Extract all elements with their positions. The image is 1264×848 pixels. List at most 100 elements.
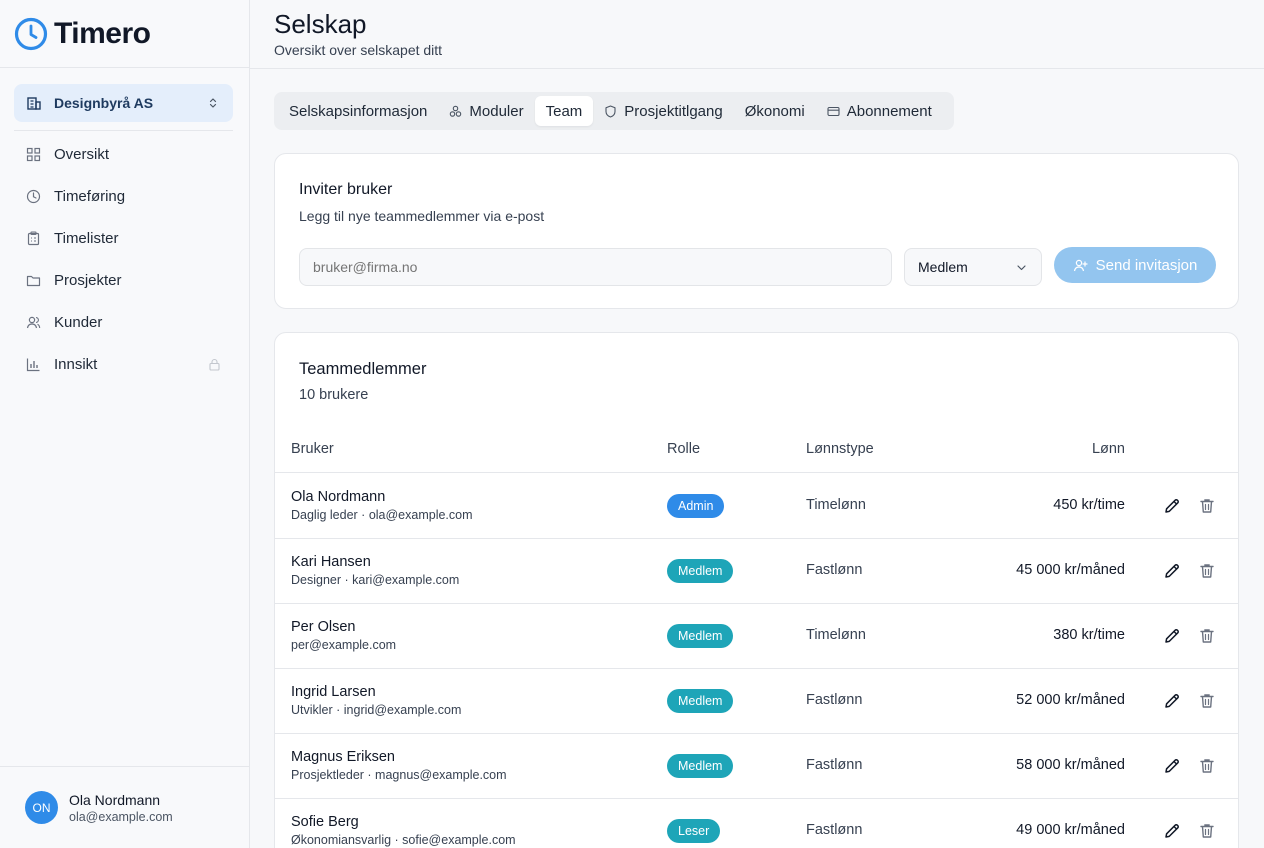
clipboard-icon <box>27 230 40 245</box>
trash-icon[interactable] <box>1198 562 1216 580</box>
tab-moduler[interactable]: Moduler <box>438 96 534 126</box>
member-details: per@example.com <box>291 638 397 652</box>
tab-label: Team <box>545 102 583 120</box>
user-email: ola@example.com <box>69 809 173 824</box>
tab-okonomi[interactable]: Økonomi <box>734 96 816 126</box>
tab-bar: Selskapsinformasjon Moduler Team Prosjek… <box>274 92 954 130</box>
column-header-pay-type: Lønnstype <box>806 441 874 457</box>
member-details: Utvikler · ingrid@example.com <box>291 703 462 717</box>
logo[interactable]: Timero <box>0 0 249 68</box>
tab-label: Økonomi <box>744 102 805 120</box>
send-invite-button[interactable]: Send invitasjon <box>1054 247 1216 283</box>
role-badge: Medlem <box>667 689 734 713</box>
edit-icon[interactable] <box>1163 692 1181 710</box>
sidebar-item-kunder[interactable]: Kunder <box>14 301 233 343</box>
team-title: Teammedlemmer <box>299 360 427 378</box>
sidebar-item-label: Innsikt <box>54 355 98 373</box>
page-title: Selskap <box>274 9 367 39</box>
column-header-salary: Lønn <box>1091 441 1125 457</box>
edit-icon[interactable] <box>1163 497 1181 515</box>
member-name: Ola Nordmann <box>291 489 386 505</box>
invite-description: Legg til nye teammedlemmer via e-post <box>299 208 545 224</box>
role-badge: Medlem <box>667 624 734 648</box>
member-details: Økonomiansvarlig · sofie@example.com <box>291 833 516 847</box>
edit-icon[interactable] <box>1163 757 1181 775</box>
trash-icon[interactable] <box>1198 822 1216 840</box>
tab-prosjekttilgang[interactable]: Prosjektitlgang <box>593 96 733 126</box>
table-header: Bruker Rolle Lønnstype Lønn <box>275 431 1238 473</box>
salary: 58 000 kr/måned <box>1016 757 1125 773</box>
trash-icon[interactable] <box>1198 692 1216 710</box>
member-details: Prosjektleder · magnus@example.com <box>291 768 507 782</box>
avatar: ON <box>25 791 58 824</box>
user-info: Ola Nordmann ola@example.com <box>69 792 173 824</box>
company-switcher[interactable]: Designbyrå AS <box>14 84 233 122</box>
user-profile[interactable]: ON Ola Nordmann ola@example.com <box>0 766 249 848</box>
trash-icon[interactable] <box>1198 627 1216 645</box>
table-row: Sofie Berg Økonomiansvarlig · sofie@exam… <box>275 799 1238 848</box>
users-icon <box>26 316 41 328</box>
salary: 52 000 kr/måned <box>1016 692 1125 708</box>
user-name: Ola Nordmann <box>69 791 161 808</box>
column-header-role: Rolle <box>667 441 701 457</box>
table-row: Ola Nordmann Daglig leder · ola@example.… <box>275 474 1238 539</box>
app-name: Timero <box>54 16 151 50</box>
tab-abonnement[interactable]: Abonnement <box>816 96 943 126</box>
trash-icon[interactable] <box>1198 757 1216 775</box>
tab-label: Abonnement <box>846 102 932 120</box>
building-icon <box>27 97 41 110</box>
member-name: Sofie Berg <box>291 814 359 830</box>
tab-label: Selskapsinformasjon <box>289 102 428 120</box>
pay-type: Timelønn <box>806 497 866 513</box>
bar-chart-icon <box>26 358 40 371</box>
pay-type: Fastlønn <box>806 562 863 578</box>
sidebar-item-prosjekter[interactable]: Prosjekter <box>14 259 233 301</box>
tab-label: Moduler <box>469 102 524 120</box>
role-select[interactable]: Medlem <box>904 248 1042 286</box>
tab-selskapsinformasjon[interactable]: Selskapsinformasjon <box>278 96 438 126</box>
email-input[interactable] <box>299 248 892 286</box>
sidebar-item-label: Oversikt <box>54 145 110 163</box>
table-row: Per Olsen per@example.com Medlem Timeløn… <box>275 604 1238 669</box>
card-icon <box>827 106 840 116</box>
tab-team[interactable]: Team <box>534 96 594 126</box>
salary: 450 kr/time <box>1053 497 1125 513</box>
role-badge: Medlem <box>667 754 734 778</box>
edit-icon[interactable] <box>1163 822 1181 840</box>
sidebar: Timero Designbyrå AS Oversikt Timeføring… <box>0 0 250 848</box>
member-name: Per Olsen <box>291 619 356 635</box>
sidebar-item-innsikt[interactable]: Innsikt <box>14 343 233 385</box>
role-badge: Admin <box>667 494 725 518</box>
sidebar-item-timeforing[interactable]: Timeføring <box>14 175 233 217</box>
table-row: Magnus Eriksen Prosjektleder · magnus@ex… <box>275 734 1238 799</box>
sidebar-item-timelister[interactable]: Timelister <box>14 217 233 259</box>
member-name: Magnus Eriksen <box>291 749 395 765</box>
shield-icon <box>605 104 616 118</box>
pay-type: Fastlønn <box>806 692 863 708</box>
grid-icon <box>26 147 41 161</box>
sidebar-item-label: Timelister <box>54 229 119 247</box>
page-header: Selskap Oversikt over selskapet ditt <box>250 0 1264 69</box>
trash-icon[interactable] <box>1198 497 1216 515</box>
lock-icon <box>209 358 220 371</box>
pay-type: Timelønn <box>806 627 866 643</box>
salary: 45 000 kr/måned <box>1016 562 1125 578</box>
member-name: Kari Hansen <box>291 554 371 570</box>
send-invite-label: Send invitasjon <box>1095 256 1198 274</box>
page-subtitle: Oversikt over selskapet ditt <box>274 42 443 58</box>
sidebar-divider <box>14 130 233 131</box>
salary: 380 kr/time <box>1053 627 1125 643</box>
edit-icon[interactable] <box>1163 562 1181 580</box>
sidebar-item-label: Prosjekter <box>54 271 122 289</box>
sidebar-item-label: Kunder <box>54 313 103 331</box>
pay-type: Fastlønn <box>806 757 863 773</box>
pay-type: Fastlønn <box>806 822 863 838</box>
table-row: Ingrid Larsen Utvikler · ingrid@example.… <box>275 669 1238 734</box>
edit-icon[interactable] <box>1163 627 1181 645</box>
modules-icon <box>450 105 462 117</box>
salary: 49 000 kr/måned <box>1016 822 1125 838</box>
invite-title: Inviter bruker <box>299 181 393 198</box>
chevron-up-down-icon <box>209 98 217 108</box>
sidebar-item-oversikt[interactable]: Oversikt <box>14 133 233 175</box>
company-name: Designbyrå AS <box>54 95 154 111</box>
